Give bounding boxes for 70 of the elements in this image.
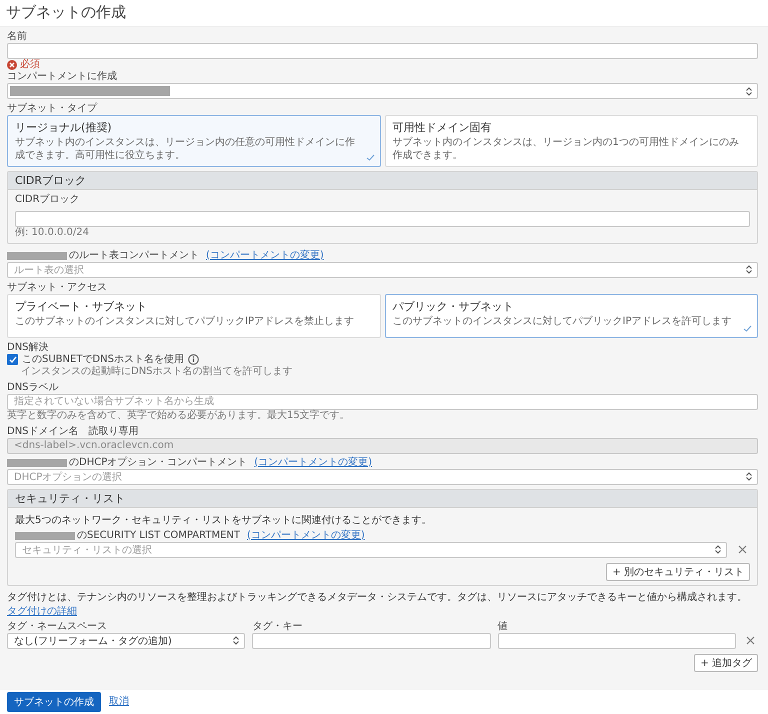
updown-icon <box>746 472 752 481</box>
compartment-select[interactable] <box>7 83 758 99</box>
checkbox-help: インスタンスの起動時にDNSホスト名の割当てを許可します <box>20 366 294 378</box>
field-label: タグ・キー <box>252 620 304 632</box>
updown-icon <box>715 545 721 554</box>
tag-namespace-select[interactable]: なし(フリーフォーム・タグの追加) <box>7 632 246 648</box>
field-label: サブネット・タイプ <box>7 103 98 115</box>
page-title: サブネットの作成 <box>6 2 127 23</box>
dns-label-input-field[interactable]: 指定されていない場合サブネット名から生成 <box>7 394 758 410</box>
card-title: プライベート・サブネット <box>15 298 148 314</box>
tags-description: タグ付けとは、テナンシ内のリソースを整理およびトラッキングできるメタデータ・システムです。タグは、リソースにアタッチできるキーと値から構成されます。 <box>7 590 748 604</box>
route-table-select[interactable]: ルート表の選択 <box>7 262 758 278</box>
field-label: のDHCPオプション・コンパートメント <box>69 456 248 468</box>
check-icon <box>743 324 752 332</box>
check-icon <box>366 154 374 161</box>
add-tag-button[interactable]: + 追加タグ <box>694 654 758 672</box>
redacted-block <box>7 252 67 260</box>
updown-icon <box>233 636 240 645</box>
field-label: DNSラベル <box>7 382 60 394</box>
option-card[interactable]: リージョナル(推奨) サブネット内のインスタンスは、リージョン内の任意の可用性ドメインに作成できます。高可用性に役立ちます。 <box>7 115 380 167</box>
redacted-block <box>15 532 75 540</box>
change-compartment-link[interactable]: (コンパートメントの変更) <box>247 530 365 542</box>
field-label: 値 <box>498 620 509 632</box>
cancel-link[interactable]: 取消 <box>109 696 129 708</box>
updown-icon <box>746 86 752 96</box>
field-label: のルート表コンパートメント <box>69 250 199 262</box>
card-description: このサブネットのインスタンスに対してパブリックIPアドレスを禁止します <box>15 314 355 328</box>
section-heading: CIDRブロック <box>8 172 757 190</box>
change-compartment-link[interactable]: (コンパートメントの変更) <box>206 250 324 262</box>
card-description: このサブネットのインスタンスに対してパブリックIPアドレスを許可します <box>392 314 732 328</box>
option-card[interactable]: 可用性ドメイン固有 サブネット内のインスタンスは、リージョン内の1つの可用性ドメインにのみ作成できます。 <box>384 115 758 167</box>
card-description: サブネット内のインスタンスは、リージョン内の1つの可用性ドメインにのみ作成できます。 <box>392 136 739 162</box>
close-icon[interactable] <box>746 636 755 644</box>
field-label: DNSドメイン名 読取り専用 <box>7 426 140 438</box>
field-hint: 英字と数字のみを含めて、英字で始める必要があります。最大15文字です。 <box>7 410 351 422</box>
option-card[interactable]: プライベート・サブネット このサブネットのインスタンスに対してパブリックIPアドレスを禁止します <box>7 294 380 338</box>
field-label: 名前 <box>7 31 28 43</box>
updown-icon <box>746 265 752 274</box>
error-text: 必須 <box>20 59 40 71</box>
create-subnet-button[interactable]: サブネットの作成 <box>7 692 101 712</box>
security-list-select[interactable]: セキュリティ・リストの選択 <box>15 542 727 558</box>
cidr-input-field[interactable] <box>15 210 750 226</box>
option-card[interactable]: パブリック・サブネット このサブネットのインスタンスに対してパブリックIPアドレスを許可します <box>384 294 758 338</box>
field-label: サブネット・アクセス <box>7 282 108 294</box>
card-title: 可用性ドメイン固有 <box>392 120 492 136</box>
card-title: パブリック・サブネット <box>392 298 514 314</box>
field-label: DNS解決 <box>7 342 50 354</box>
add-security-list-button[interactable]: + 別のセキュリティ・リスト <box>606 562 750 580</box>
checkbox-label: このSUBNETでDNSホスト名を使用 <box>22 354 184 366</box>
card-title: リージョナル(推奨) <box>15 120 113 136</box>
close-icon[interactable] <box>738 545 747 554</box>
tag-value-input-field[interactable] <box>498 632 736 648</box>
card-description: サブネット内のインスタンスは、リージョン内の任意の可用性ドメインに作成できます。高可用性に役立ちます。 <box>15 136 356 162</box>
change-compartment-link[interactable]: (コンパートメントの変更) <box>254 456 372 468</box>
field-label: コンパートメントに作成 <box>7 71 118 83</box>
info-icon <box>188 354 199 365</box>
field-label: のSECURITY LIST COMPARTMENT <box>77 530 240 542</box>
field-hint: 例: 10.0.0.0/24 <box>15 226 90 238</box>
section-description: 最大5つのネットワーク・セキュリティ・リストをサブネットに関連付けることができます。 <box>15 514 432 526</box>
field-label: CIDRブロック <box>15 194 81 206</box>
dhcp-options-select[interactable]: DHCPオプションの選択 <box>7 468 758 484</box>
name-input-field[interactable] <box>7 43 758 59</box>
dns-domain-input-field[interactable]: <dns-label>.vcn.oraclevcn.com <box>7 438 758 454</box>
tag-key-input-field[interactable] <box>252 632 491 648</box>
field-label: タグ・ネームスペース <box>7 620 108 632</box>
tagging-details-link[interactable]: タグ付けの詳細 <box>7 606 77 618</box>
section-heading: セキュリティ・リスト <box>8 490 757 508</box>
checkbox[interactable] <box>7 354 18 365</box>
error-icon <box>7 60 17 70</box>
redacted-block <box>7 458 67 466</box>
